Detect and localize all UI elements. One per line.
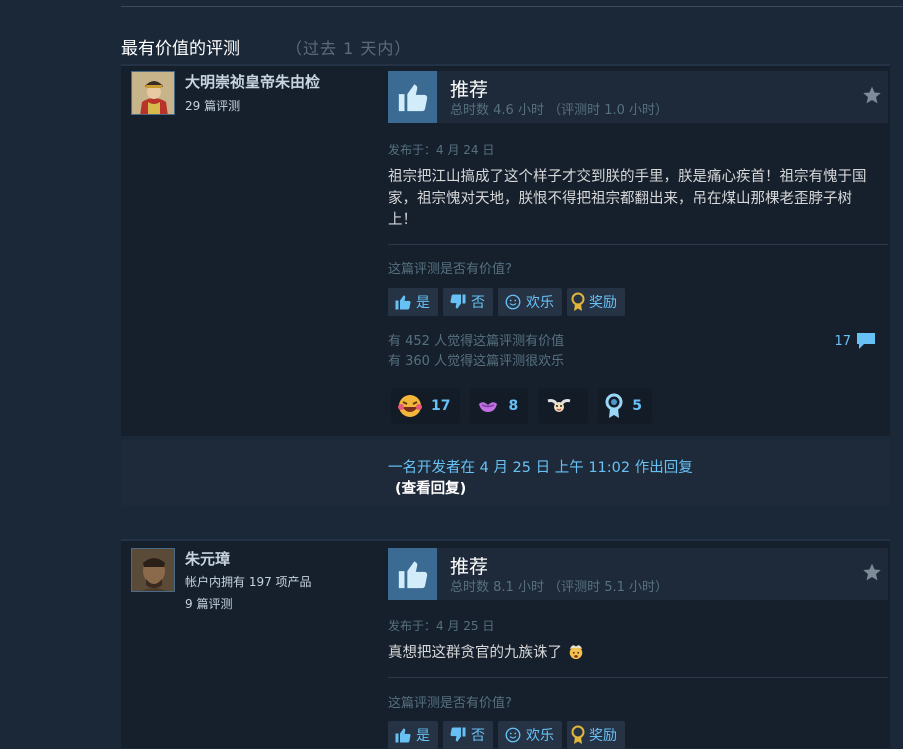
award-medal-icon	[571, 292, 585, 311]
award-count: 8	[508, 398, 519, 414]
review-text: 真想把这群贪官的九族诛了	[388, 642, 880, 665]
playtime: 总时数 8.1 小时 （评测时 5.1 小时）	[450, 580, 669, 595]
recommendation-label: 推荐	[450, 556, 489, 578]
award-lips[interactable]: 8	[470, 388, 529, 424]
found-funny: 有 360 人觉得这篇评测很欢乐	[388, 354, 565, 369]
thumbs-up-icon	[395, 295, 411, 310]
recommendation-header[interactable]: 推荐 总时数 8.1 小时 （评测时 5.1 小时）	[388, 548, 888, 600]
vote-funny-label: 欢乐	[526, 295, 554, 311]
developer-reply-text: 一名开发者在 4 月 25 日 上午 11:02 作出回复	[388, 460, 693, 476]
playtime: 总时数 4.6 小时 （评测时 1.0 小时）	[450, 103, 669, 118]
award-label: 奖励	[589, 728, 617, 744]
review-text: 祖宗把江山搞成了这个样子才交到朕的手里，朕是痛心疾首！祖宗有愧于国家，祖宗愧对天…	[388, 169, 867, 228]
view-reply-link[interactable]: (查看回复)	[395, 477, 466, 498]
vote-no-label: 否	[471, 295, 485, 311]
section-title: 最有价值的评测	[121, 39, 240, 59]
vote-yes-label: 是	[416, 295, 430, 311]
avatar[interactable]	[131, 71, 175, 115]
vote-funny-label: 欢乐	[526, 728, 554, 744]
developer-reply: 一名开发者在 4 月 25 日 上午 11:02 作出回复 (查看回复)	[121, 440, 890, 506]
thumbs-up-icon	[395, 728, 411, 743]
vote-no-button[interactable]: 否	[443, 721, 493, 749]
review-card: 朱元璋 帐户内拥有 197 项产品 9 篇评测 推荐 总时数 8.1 小时 （评…	[121, 539, 890, 749]
author-review-count[interactable]: 9 篇评测	[185, 595, 232, 612]
review-card: 大明崇祯皇帝朱由检 29 篇评测 推荐 总时数 4.6 小时 （评测时 1.0 …	[121, 64, 890, 436]
laughing-face-icon	[398, 395, 422, 417]
vote-yes-button[interactable]: 是	[388, 721, 438, 749]
vote-yes-button[interactable]: 是	[388, 288, 438, 316]
thumbs-up-icon[interactable]	[388, 548, 437, 600]
author-review-count[interactable]: 29 篇评测	[185, 97, 240, 114]
divider	[388, 244, 888, 245]
thumbs-down-icon	[450, 727, 466, 742]
purple-lips-icon	[479, 402, 498, 412]
recommendation-label: 推荐	[450, 79, 489, 101]
avatar[interactable]	[131, 548, 175, 592]
award-winged[interactable]	[538, 388, 589, 424]
award-count: 17	[431, 398, 451, 414]
vote-no-label: 否	[471, 728, 485, 744]
divider	[388, 677, 888, 678]
top-divider	[121, 6, 903, 7]
award-button[interactable]: 奖励	[567, 721, 625, 749]
vote-yes-label: 是	[416, 728, 430, 744]
ribbon-medal-icon	[605, 393, 623, 418]
author-name[interactable]: 朱元璋	[185, 548, 230, 569]
author-product-count[interactable]: 帐户内拥有 197 项产品	[185, 573, 312, 590]
found-helpful: 有 452 人觉得这篇评测有价值	[388, 334, 565, 349]
award-medal-icon	[571, 725, 585, 744]
vote-no-button[interactable]: 否	[443, 288, 493, 316]
smiley-icon	[505, 727, 521, 743]
vote-funny-button[interactable]: 欢乐	[498, 721, 562, 749]
section-subtitle: （过去 1 天内）	[286, 39, 412, 58]
vote-funny-button[interactable]: 欢乐	[498, 288, 562, 316]
exploding-head-emoji	[569, 645, 582, 660]
thumbs-up-icon[interactable]	[388, 71, 437, 123]
award-button[interactable]: 奖励	[567, 288, 625, 316]
star-icon[interactable]	[862, 85, 882, 109]
comment-count: 17	[834, 333, 851, 349]
recommendation-header[interactable]: 推荐 总时数 4.6 小时 （评测时 1.0 小时）	[388, 71, 888, 123]
award-count: 5	[632, 398, 642, 414]
helpful-question: 这篇评测是否有价值?	[388, 262, 512, 277]
review-text-body: 真想把这群贪官的九族诛了	[388, 645, 562, 661]
speech-bubble-icon	[857, 333, 875, 349]
star-icon[interactable]	[862, 562, 882, 586]
author-name[interactable]: 大明崇祯皇帝朱由检	[185, 71, 320, 92]
award-laughing[interactable]: 17	[391, 388, 461, 424]
posted-date: 发布于：4 月 25 日	[388, 619, 495, 633]
award-ribbon[interactable]: 5	[598, 388, 652, 424]
winged-face-icon	[547, 399, 571, 412]
award-label: 奖励	[589, 295, 617, 311]
posted-date: 发布于：4 月 24 日	[388, 143, 495, 157]
thumbs-down-icon	[450, 294, 466, 309]
smiley-icon	[505, 294, 521, 310]
comments-link[interactable]: 17	[834, 332, 877, 350]
helpful-question: 这篇评测是否有价值?	[388, 696, 512, 711]
